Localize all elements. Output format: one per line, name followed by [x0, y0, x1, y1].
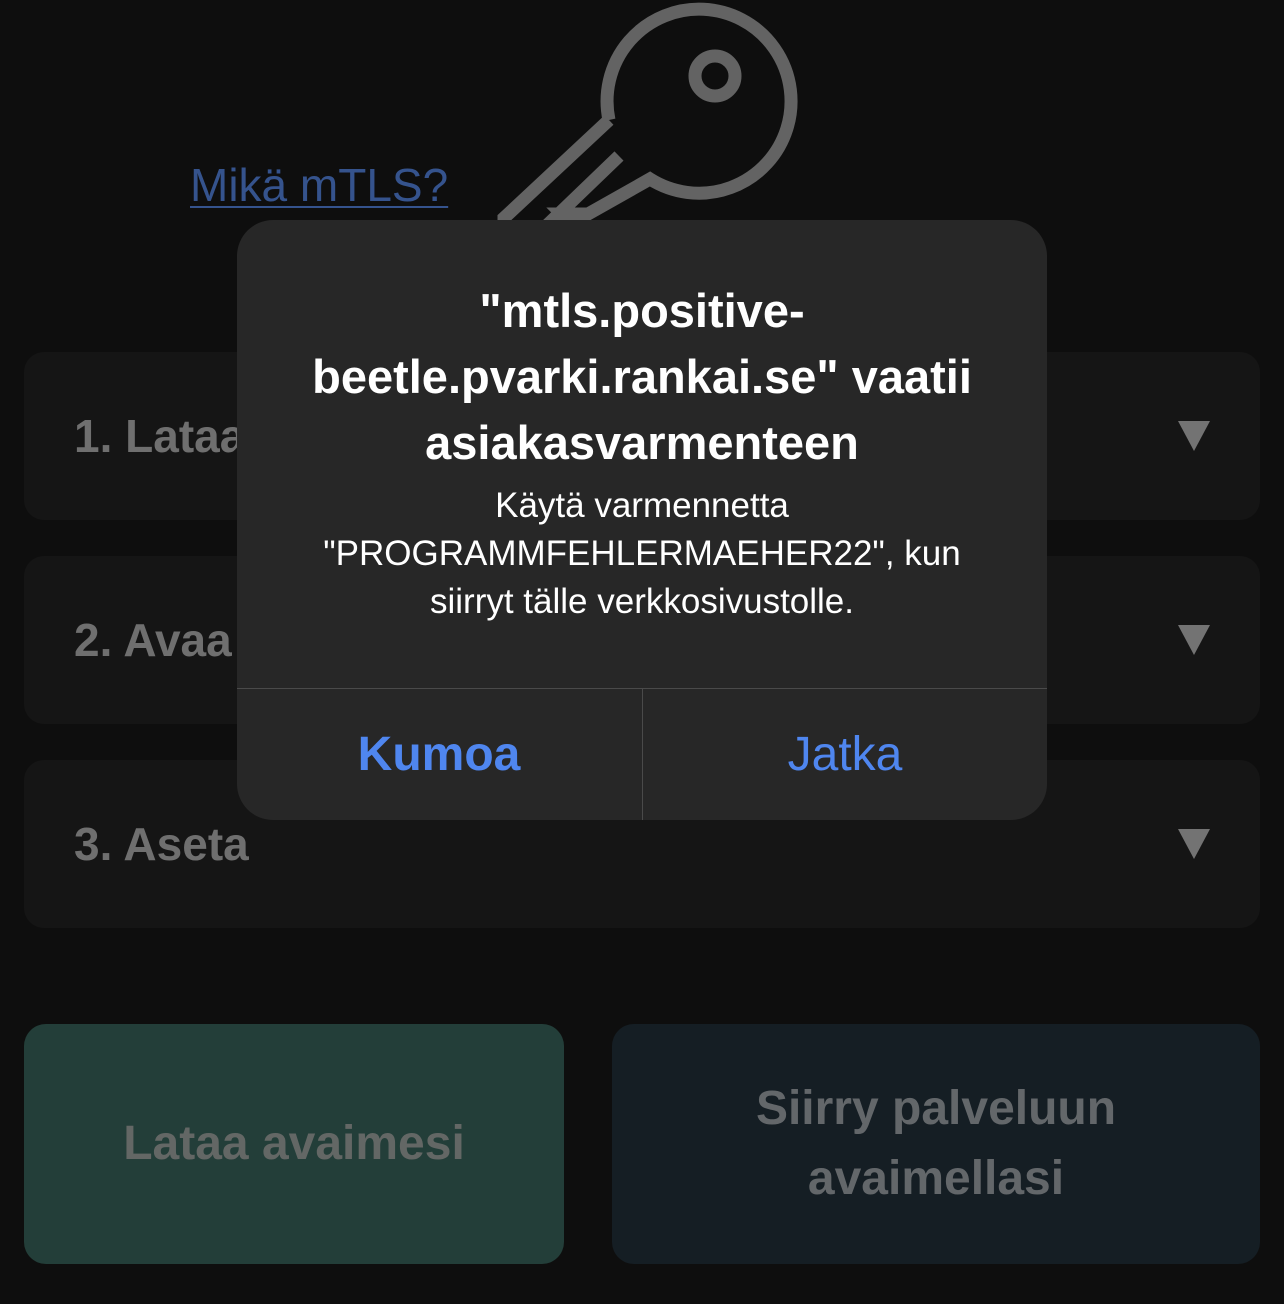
cancel-button[interactable]: Kumoa [237, 689, 641, 820]
alert-title: "mtls.positive- beetle.pvarki.rankai.se"… [312, 284, 972, 469]
certificate-alert-dialog: "mtls.positive- beetle.pvarki.rankai.se"… [237, 220, 1047, 820]
alert-message: Käytä varmennetta "PROGRAMMFEHLERMAEHER2… [323, 486, 961, 621]
screen: Mikä mTLS? 1. Lataa 2. Avaa 3. Aseta Lat… [0, 0, 1284, 1304]
continue-button[interactable]: Jatka [643, 689, 1047, 820]
